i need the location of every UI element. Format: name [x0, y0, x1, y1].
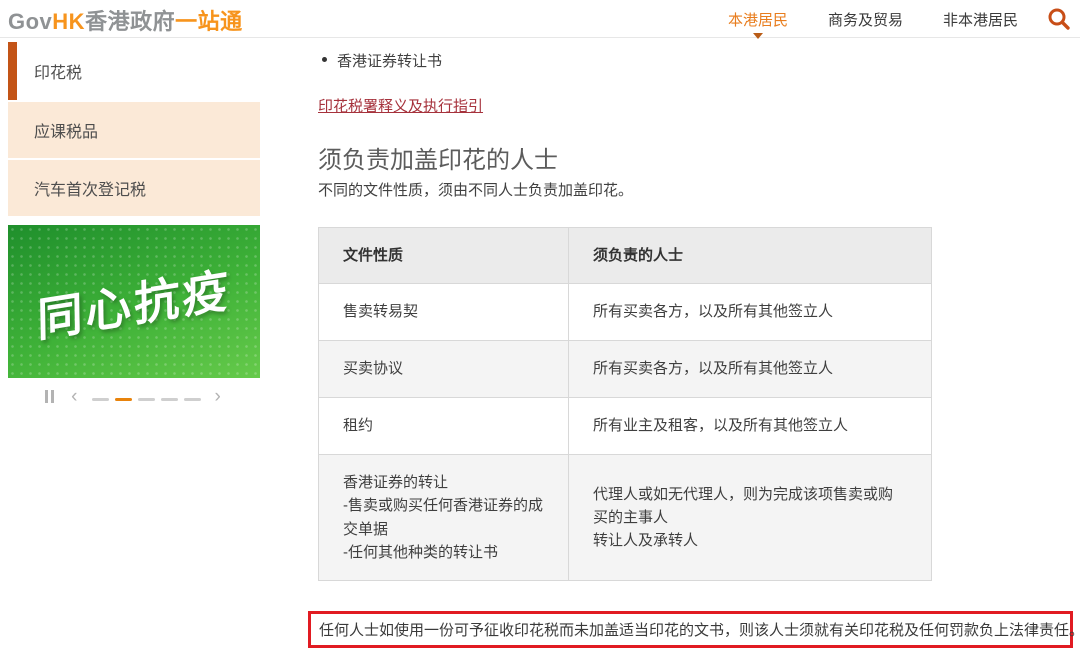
carousel-dash[interactable]	[138, 398, 155, 401]
cell-person: 所有买卖各方，以及所有其他签立人	[569, 284, 932, 341]
nav-item-residents[interactable]: 本港居民	[728, 9, 788, 30]
carousel-dash[interactable]	[161, 398, 178, 401]
logo-gov: Gov	[8, 9, 52, 34]
audience-nav: 本港居民 商务及贸易 非本港居民	[728, 0, 1018, 38]
banner-slogan: 同心抗疫	[37, 253, 232, 350]
banner-carousel-controls: ‹ ›	[8, 378, 260, 415]
table-row: 香港证券的转让 -售卖或购买任何香港证券的成交单据 -任何其他种类的转让书 代理…	[319, 455, 932, 581]
cell-line: -售卖或购买任何香港证券的成交单据	[343, 494, 544, 541]
sidebar-item-label: 印花税	[34, 59, 82, 83]
cell-line: 代理人或如无代理人，则为完成该项售卖或购买的主事人	[593, 483, 907, 530]
bullet-icon	[322, 57, 327, 62]
promo-banner[interactable]: 同心抗疫	[8, 225, 260, 378]
carousel-dashes	[89, 388, 204, 406]
intro-paragraph: 不同的文件性质，须由不同人士负责加盖印花。	[318, 179, 633, 200]
cell-line: 香港证券的转让	[343, 471, 544, 494]
table-row: 售卖转易契 所有买卖各方，以及所有其他签立人	[319, 284, 932, 341]
carousel-dash[interactable]	[92, 398, 109, 401]
liable-persons-table: 文件性质 须负责的人士 售卖转易契 所有买卖各方，以及所有其他签立人 买卖协议 …	[318, 227, 932, 581]
nav-item-label: 商务及贸易	[828, 12, 903, 29]
nav-item-non-residents[interactable]: 非本港居民	[943, 9, 1018, 30]
cell-person: 所有买卖各方，以及所有其他签立人	[569, 341, 932, 398]
sidebar-item-label: 汽车首次登记税	[34, 176, 146, 200]
cell-line: 转让人及承转人	[593, 529, 907, 552]
cell-person: 所有业主及租客，以及所有其他签立人	[569, 398, 932, 455]
sidebar-item-label: 应课税品	[34, 118, 98, 142]
carousel-next-icon[interactable]: ›	[213, 387, 223, 406]
column-header-document: 文件性质	[319, 228, 569, 284]
sidebar-item-dutiable-commodities[interactable]: 应课税品	[8, 100, 260, 158]
nav-item-label: 本港居民	[728, 12, 788, 29]
interpretation-guidelines-link[interactable]: 印花税署释义及执行指引	[318, 95, 483, 116]
nav-item-label: 非本港居民	[943, 12, 1018, 29]
search-icon	[1046, 6, 1072, 32]
sidebar-item-stamp-duty[interactable]: 印花税	[8, 42, 260, 100]
table-row: 租约 所有业主及租客，以及所有其他签立人	[319, 398, 932, 455]
liability-note-highlighted: 任何人士如使用一份可予征收印花税而未加盖适当印花的文书，则该人士须就有关印花税及…	[308, 611, 1073, 648]
sidebar-item-first-registration-tax[interactable]: 汽车首次登记税	[8, 158, 260, 216]
carousel-dash[interactable]	[115, 398, 132, 401]
logo-cn-orange: 一站通	[175, 9, 243, 34]
nav-item-business[interactable]: 商务及贸易	[828, 9, 903, 30]
logo-hk: HK	[52, 9, 85, 34]
top-header: GovHK香港政府一站通 本港居民 商务及贸易 非本港居民	[0, 0, 1080, 38]
sidebar-nav: 印花税 应课税品 汽车首次登记税	[8, 42, 260, 216]
bullet-item-text: 香港证券转让书	[337, 50, 442, 71]
search-button[interactable]	[1046, 6, 1072, 32]
table-row: 买卖协议 所有买卖各方，以及所有其他签立人	[319, 341, 932, 398]
cell-document: 售卖转易契	[319, 284, 569, 341]
carousel-dash[interactable]	[184, 398, 201, 401]
pause-icon[interactable]	[45, 390, 54, 403]
govhk-page: GovHK香港政府一站通 本港居民 商务及贸易 非本港居民 印花税	[0, 0, 1080, 658]
cell-line: -任何其他种类的转让书	[343, 541, 544, 564]
cell-person: 代理人或如无代理人，则为完成该项售卖或购买的主事人 转让人及承转人	[569, 455, 932, 581]
cell-document: 香港证券的转让 -售卖或购买任何香港证券的成交单据 -任何其他种类的转让书	[319, 455, 569, 581]
chevron-down-icon	[753, 33, 763, 39]
column-header-person: 须负责的人士	[569, 228, 932, 284]
govhk-logo[interactable]: GovHK香港政府一站通	[8, 4, 243, 36]
carousel-prev-icon[interactable]: ‹	[69, 387, 79, 406]
cell-document: 买卖协议	[319, 341, 569, 398]
logo-cn-gray: 香港政府	[85, 9, 175, 34]
page-title: 须负责加盖印花的人士	[318, 140, 558, 175]
bullet-list-item: 香港证券转让书	[322, 50, 442, 71]
cell-document: 租约	[319, 398, 569, 455]
table-header-row: 文件性质 须负责的人士	[319, 228, 932, 284]
